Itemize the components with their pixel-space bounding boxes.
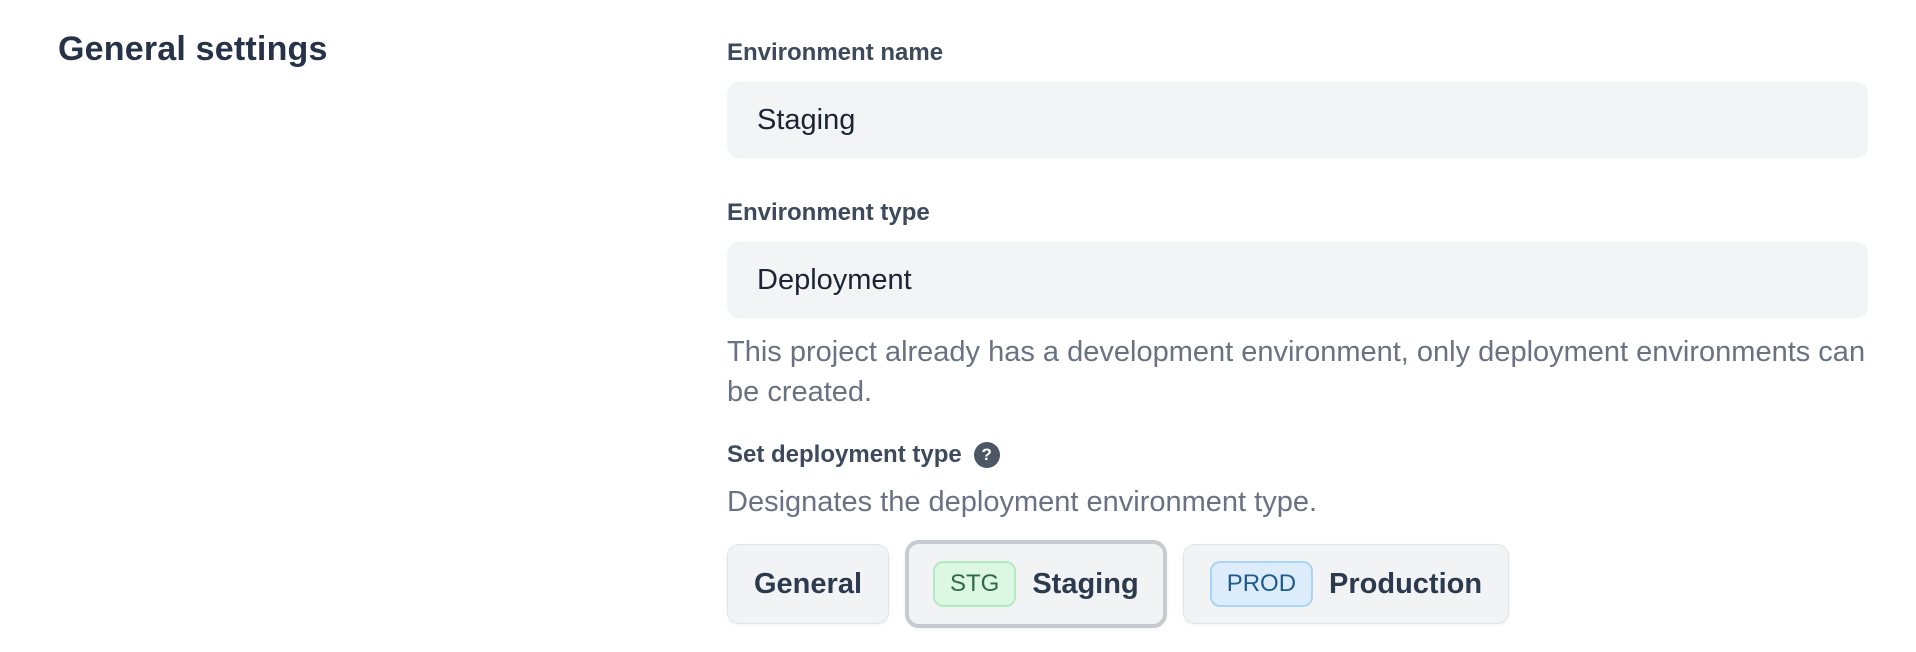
deployment-type-option-staging[interactable]: STG Staging [905, 540, 1167, 628]
deployment-type-label: Set deployment type [727, 440, 962, 470]
deployment-type-description: Designates the deployment environment ty… [727, 482, 1868, 522]
environment-type-input[interactable] [727, 242, 1868, 318]
deployment-type-options: General STG Staging PROD Production [727, 540, 1868, 628]
settings-page: General settings Environment name Enviro… [0, 0, 1916, 652]
stg-badge: STG [933, 561, 1016, 607]
environment-name-input[interactable] [727, 82, 1868, 158]
page-title: General settings [58, 30, 328, 69]
environment-type-label: Environment type [727, 198, 1868, 228]
settings-form: Environment name Environment type This p… [727, 38, 1868, 628]
deployment-type-option-production[interactable]: PROD Production [1183, 544, 1509, 624]
deployment-type-label-row: Set deployment type ? [727, 440, 1868, 470]
prod-badge: PROD [1210, 561, 1313, 607]
deployment-type-option-staging-label: Staging [1032, 568, 1138, 601]
question-mark-icon[interactable]: ? [974, 442, 1000, 468]
deployment-type-option-general-label: General [754, 568, 862, 601]
deployment-type-option-general[interactable]: General [727, 544, 889, 624]
deployment-type-option-production-label: Production [1329, 568, 1482, 601]
environment-type-help-text: This project already has a development e… [727, 332, 1868, 412]
environment-name-label: Environment name [727, 38, 1868, 68]
